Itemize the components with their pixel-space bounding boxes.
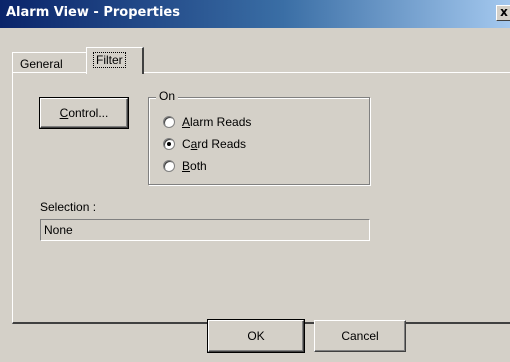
radio-button[interactable] xyxy=(163,160,175,172)
tab-general[interactable]: General xyxy=(12,52,88,73)
alarm-reads-mnemonic: A xyxy=(182,115,191,129)
radio-card-reads-label: Card Reads xyxy=(182,137,246,151)
both-mnemonic: B xyxy=(182,159,191,173)
on-group-legend: On xyxy=(156,89,179,103)
selection-value: None xyxy=(44,223,73,237)
properties-dialog: Alarm View - Properties x General Filter… xyxy=(0,0,510,362)
card-reads-text: rd Reads xyxy=(197,137,247,151)
alarm-reads-text: larm Reads xyxy=(190,115,252,129)
control-button-mnemonic: C xyxy=(59,106,69,120)
radio-both-label: Both xyxy=(182,159,207,173)
cancel-button[interactable]: Cancel xyxy=(314,320,406,352)
tab-filter-label: Filter xyxy=(93,52,126,68)
control-button[interactable]: Control... xyxy=(39,97,129,129)
radio-button[interactable] xyxy=(163,116,175,128)
tab-general-label: General xyxy=(20,57,63,71)
both-text: oth xyxy=(190,159,207,173)
radio-button-selected[interactable] xyxy=(163,138,175,150)
title-bar[interactable]: Alarm View - Properties x xyxy=(0,0,510,28)
close-icon[interactable]: x xyxy=(496,5,510,21)
ok-button[interactable]: OK xyxy=(207,319,305,353)
selection-label: Selection : xyxy=(40,200,97,214)
window-title: Alarm View - Properties xyxy=(6,5,180,20)
card-reads-pre: C xyxy=(182,137,191,151)
radio-dot-icon xyxy=(167,142,171,146)
control-button-label: ontrol... xyxy=(68,106,109,120)
tab-filter[interactable]: Filter xyxy=(86,47,144,74)
selection-field: None xyxy=(40,219,370,241)
radio-alarm-reads-label: Alarm Reads xyxy=(182,115,251,129)
